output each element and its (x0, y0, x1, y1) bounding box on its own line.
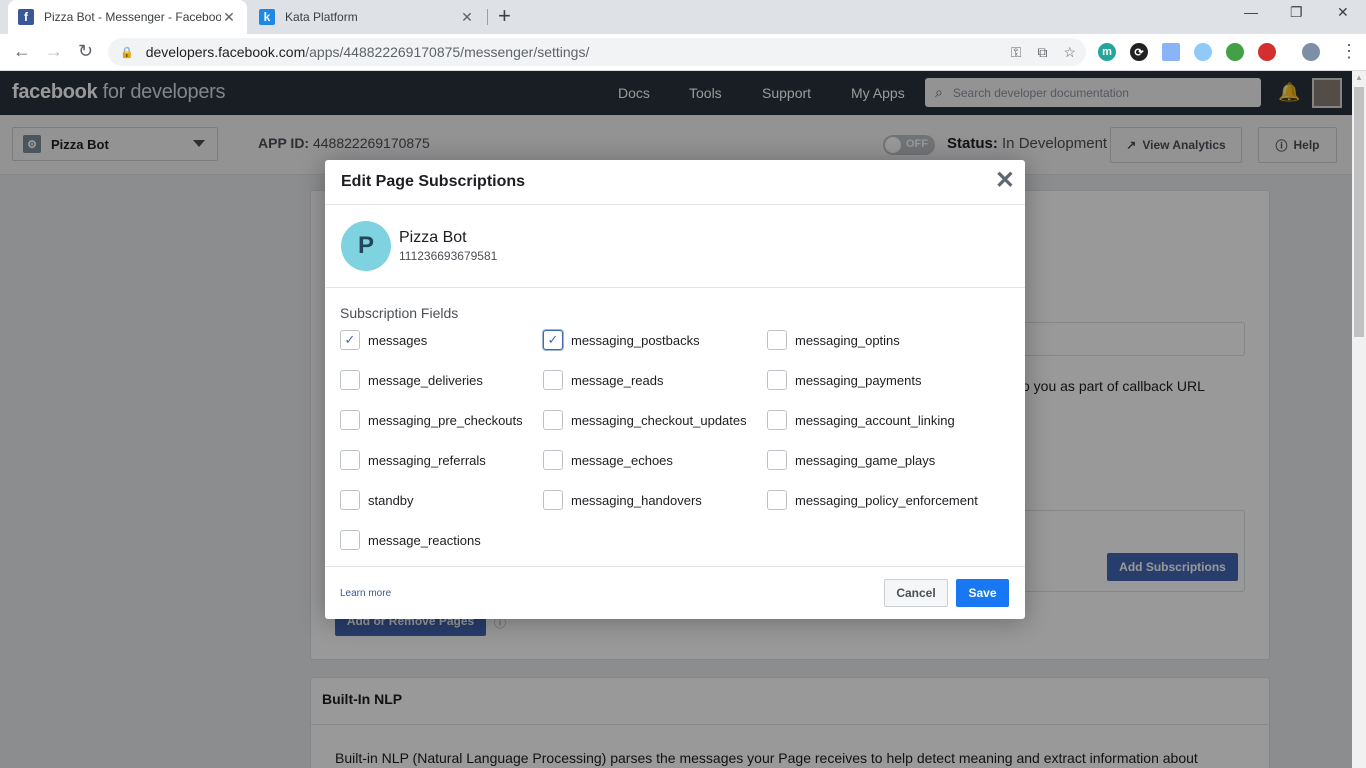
field-label: messaging_referrals (368, 452, 486, 468)
field-label: standby (368, 492, 414, 508)
close-window-icon[interactable]: ✕ (1337, 4, 1349, 21)
facebook-icon: f (18, 9, 34, 25)
field-messaging-game-plays[interactable]: messaging_game_plays (767, 450, 935, 470)
tab-pizza-bot[interactable]: f Pizza Bot - Messenger - Facebook ✕ (8, 0, 247, 34)
extension-docs-icon[interactable] (1162, 43, 1180, 61)
field-label: message_reactions (368, 532, 481, 548)
menu-dots-icon[interactable]: ⋮ (1340, 41, 1358, 62)
field-standby[interactable]: standby (340, 490, 414, 510)
checkbox[interactable] (543, 370, 563, 390)
field-messaging-optins[interactable]: messaging_optins (767, 330, 900, 350)
checkbox[interactable] (340, 370, 360, 390)
restore-icon[interactable]: ❐ (1290, 4, 1303, 21)
extension-globe-icon[interactable] (1226, 43, 1244, 61)
page-id: 111236693679581 (399, 249, 498, 263)
checkbox[interactable] (767, 410, 787, 430)
field-message-echoes[interactable]: message_echoes (543, 450, 673, 470)
checkbox[interactable] (767, 450, 787, 470)
dialog-footer: Learn more Cancel Save (325, 566, 1025, 619)
key-icon[interactable]: ⚿ (1011, 44, 1022, 61)
tab-separator (487, 9, 488, 25)
field-label: messaging_policy_enforcement (795, 492, 978, 508)
tab-title: Pizza Bot - Messenger - Facebook (44, 10, 221, 24)
field-label: messaging_optins (795, 332, 900, 348)
field-messages[interactable]: ✓ messages (340, 330, 427, 350)
close-icon[interactable]: ✕ (995, 168, 1015, 194)
checkbox[interactable] (340, 490, 360, 510)
field-messaging-payments[interactable]: messaging_payments (767, 370, 921, 390)
checkbox-checked[interactable]: ✓ (543, 330, 563, 350)
field-messaging-pre-checkouts[interactable]: messaging_pre_checkouts (340, 410, 523, 430)
close-tab-icon[interactable]: ✕ (221, 9, 237, 26)
field-messaging-checkout-updates[interactable]: messaging_checkout_updates (543, 410, 747, 430)
reload-icon[interactable]: ↻ (78, 41, 93, 62)
edit-subscriptions-dialog: Edit Page Subscriptions ✕ P Pizza Bot 11… (325, 160, 1025, 619)
back-icon[interactable]: ← (13, 41, 31, 62)
url-host: developers.facebook.com (145, 44, 306, 60)
tab-kata-platform[interactable]: k Kata Platform ✕ (249, 0, 485, 34)
checkbox[interactable] (767, 370, 787, 390)
extension-compass-icon[interactable] (1194, 43, 1212, 61)
new-tab-icon[interactable]: + (498, 4, 511, 28)
field-message-reactions[interactable]: message_reactions (340, 530, 481, 550)
field-label: messaging_handovers (571, 492, 702, 508)
dialog-header: Edit Page Subscriptions ✕ (325, 160, 1025, 205)
field-label: messages (368, 332, 428, 348)
scroll-up-icon[interactable]: ▲ (1355, 73, 1363, 82)
field-messaging-handovers[interactable]: messaging_handovers (543, 490, 702, 510)
field-label: message_deliveries (368, 372, 483, 388)
tab-title: Kata Platform (285, 10, 358, 24)
field-messaging-referrals[interactable]: messaging_referrals (340, 450, 486, 470)
checkbox[interactable] (767, 330, 787, 350)
minimize-icon[interactable]: — (1244, 4, 1258, 20)
browser-tab-strip: f Pizza Bot - Messenger - Facebook ✕ k K… (0, 0, 1366, 34)
close-tab-icon[interactable]: ✕ (459, 9, 475, 26)
field-label: messaging_payments (795, 372, 922, 388)
field-label: messaging_checkout_updates (571, 412, 747, 428)
field-label: messaging_pre_checkouts (368, 412, 523, 428)
field-messaging-postbacks[interactable]: ✓ messaging_postbacks (543, 330, 700, 350)
page-scrollbar[interactable]: ▲ (1352, 71, 1366, 768)
field-label: messaging_game_plays (795, 452, 936, 468)
field-label: messaging_postbacks (571, 332, 700, 348)
star-icon[interactable]: ☆ (1063, 44, 1076, 61)
field-label: message_echoes (571, 452, 673, 468)
checkbox[interactable] (767, 490, 787, 510)
page-name: Pizza Bot (399, 229, 467, 246)
address-bar[interactable]: 🔒 developers.facebook.com/apps/448822269… (108, 38, 1086, 66)
extension-red-icon[interactable] (1258, 43, 1276, 61)
scrollbar-thumb[interactable] (1354, 87, 1364, 337)
field-message-reads[interactable]: message_reads (543, 370, 664, 390)
extension-m-icon[interactable]: m (1098, 43, 1116, 61)
forward-icon[interactable]: → (45, 41, 63, 62)
subscription-fields-label: Subscription Fields (340, 305, 459, 321)
lock-icon: 🔒 (120, 46, 134, 59)
dialog-title: Edit Page Subscriptions (341, 173, 526, 190)
field-label: message_reads (571, 372, 664, 388)
checkbox[interactable] (340, 450, 360, 470)
save-button[interactable]: Save (956, 579, 1009, 607)
browser-toolbar: ← → ↻ 🔒 developers.facebook.com/apps/448… (0, 34, 1366, 71)
field-messaging-policy-enforcement[interactable]: messaging_policy_enforcement (767, 490, 978, 510)
page-info: P Pizza Bot 111236693679581 (325, 205, 1025, 288)
checkbox[interactable] (340, 410, 360, 430)
page-avatar: P (341, 221, 391, 271)
checkbox[interactable] (340, 530, 360, 550)
kata-icon: k (259, 9, 275, 25)
url-path: /apps/448822269170875/messenger/settings… (305, 44, 590, 60)
checkbox[interactable] (543, 450, 563, 470)
checkbox[interactable] (543, 490, 563, 510)
profile-icon[interactable] (1302, 43, 1320, 61)
translate-icon[interactable]: ⧉ (1037, 44, 1047, 61)
field-messaging-account-linking[interactable]: messaging_account_linking (767, 410, 955, 430)
field-label: messaging_account_linking (795, 412, 955, 428)
checkbox[interactable] (543, 410, 563, 430)
cancel-button[interactable]: Cancel (884, 579, 948, 607)
extension-sync-icon[interactable]: ⟳ (1130, 43, 1148, 61)
field-message-deliveries[interactable]: message_deliveries (340, 370, 483, 390)
checkbox-checked[interactable]: ✓ (340, 330, 360, 350)
learn-more-link[interactable]: Learn more (340, 588, 391, 599)
